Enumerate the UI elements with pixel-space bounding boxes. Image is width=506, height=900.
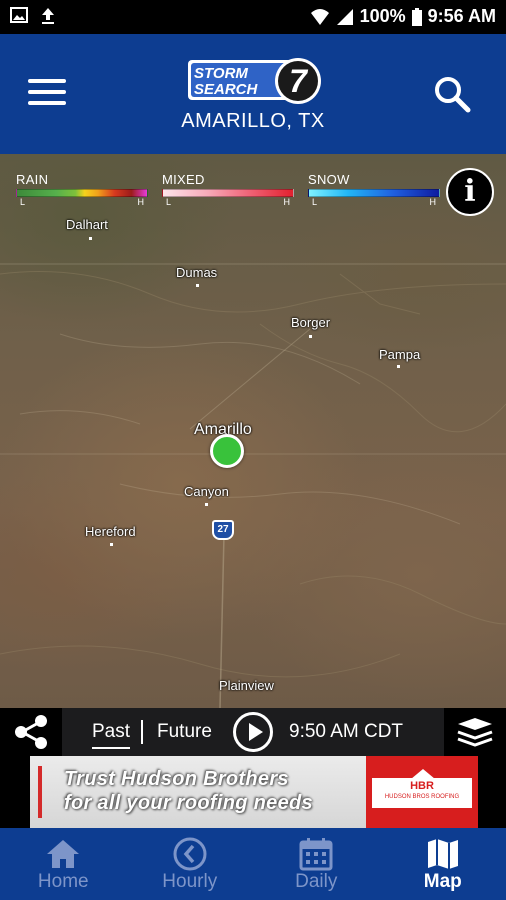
logo-number: 7 — [289, 63, 309, 99]
status-time: 9:56 AM — [427, 6, 496, 26]
city-label-dalhart: Dalhart — [66, 217, 108, 232]
share-icon — [15, 715, 47, 749]
legend-mixed-bar — [162, 189, 294, 197]
city-label-canyon: Canyon — [184, 484, 229, 499]
map-icon — [427, 839, 458, 869]
city-dot — [205, 503, 208, 506]
share-button[interactable] — [0, 708, 62, 756]
hamburger-icon-bar — [28, 101, 66, 105]
ad-banner-link[interactable]: Trust Hudson Brothers for all your roofi… — [30, 756, 478, 828]
highway-27-shield: 27 — [212, 520, 234, 540]
info-button[interactable]: i — [446, 168, 494, 216]
image-notification-icon — [10, 7, 28, 23]
legend-mixed-title: MIXED — [162, 172, 205, 187]
location-label: AMARILLO, TX — [181, 110, 325, 132]
legend-snow-bar — [308, 189, 440, 197]
upload-icon — [42, 8, 54, 24]
radar-legend: RAIN L H MIXED L H SNOW L H i — [0, 154, 506, 226]
nav-label-map: Map — [423, 871, 462, 892]
bottom-navigation: Home Hourly Daily Map — [0, 828, 506, 900]
logo-line1: STORM — [194, 65, 248, 82]
clock-back-icon — [173, 837, 207, 871]
city-label-hereford: Hereford — [85, 524, 136, 539]
map-terrain — [0, 263, 506, 708]
current-location-marker[interactable] — [210, 434, 244, 468]
ad-subheadline: for all your roofing needs — [64, 792, 313, 814]
radar-controls-bar: Past Future 9:50 AM CDT — [0, 708, 506, 756]
roof-icon — [411, 769, 435, 779]
tab-divider — [141, 720, 143, 744]
legend-rain-low: L — [20, 197, 26, 207]
status-bar: 100% 9:56 AM — [0, 0, 506, 34]
legend-snow-low: L — [312, 197, 318, 207]
ad-accent-bar — [38, 766, 42, 818]
menu-button[interactable] — [28, 79, 66, 109]
city-dot — [309, 335, 312, 338]
layers-button[interactable] — [444, 708, 506, 756]
city-dot — [110, 543, 113, 546]
hamburger-icon-bar — [28, 79, 66, 83]
ad-logo: HBR HUDSON BROS ROOFING — [366, 756, 478, 828]
radar-timestamp: 9:50 AM CDT — [289, 721, 404, 742]
legend-mixed: MIXED L H — [162, 172, 294, 209]
nav-label-hourly: Hourly — [162, 871, 218, 892]
ad-logo-subtext: HUDSON BROS ROOFING — [384, 794, 460, 800]
legend-rain: RAIN L H — [16, 172, 148, 209]
nav-label-daily: Daily — [295, 871, 338, 892]
ad-logo-text: HBR — [410, 780, 434, 792]
tab-future[interactable]: Future — [157, 721, 212, 743]
nav-item-hourly[interactable]: Hourly — [127, 828, 254, 900]
calendar-icon — [299, 838, 333, 871]
home-icon — [47, 840, 80, 868]
nav-item-daily[interactable]: Daily — [253, 828, 380, 900]
city-label-dumas: Dumas — [176, 265, 218, 280]
nav-item-map[interactable]: Map — [380, 828, 506, 900]
city-dot — [196, 284, 199, 287]
city-dot — [397, 365, 400, 368]
legend-snow: SNOW L H — [308, 172, 440, 209]
battery-percent: 100% — [359, 6, 406, 26]
tab-past[interactable]: Past — [92, 721, 131, 749]
nav-label-home: Home — [37, 871, 89, 892]
ad-headline: Trust Hudson Brothers — [64, 768, 289, 790]
play-button[interactable] — [233, 712, 273, 752]
app-header: STORM SEARCH 7 AMARILLO, TX — [0, 34, 506, 154]
storm-search-7-logo: STORM SEARCH 7 — [188, 58, 321, 104]
legend-mixed-low: L — [166, 197, 172, 207]
legend-mixed-high: H — [283, 197, 291, 207]
nav-item-home[interactable]: Home — [0, 828, 127, 900]
radar-map[interactable]: RAIN L H MIXED L H SNOW L H i Dalhart Du… — [0, 154, 506, 708]
layers-icon — [457, 718, 493, 747]
city-label-pampa: Pampa — [379, 347, 421, 362]
legend-rain-bar — [16, 189, 148, 197]
city-label-plainview: Plainview — [219, 678, 274, 693]
legend-rain-high: H — [137, 197, 145, 207]
city-dot — [89, 237, 92, 240]
signal-icon — [336, 8, 353, 25]
hamburger-icon-bar — [28, 90, 66, 94]
legend-rain-title: RAIN — [16, 172, 49, 187]
battery-icon — [411, 7, 422, 26]
legend-snow-high: H — [429, 197, 437, 207]
search-icon[interactable] — [432, 74, 472, 114]
legend-snow-title: SNOW — [308, 172, 350, 187]
logo-line2: SEARCH — [194, 81, 259, 98]
wifi-icon — [310, 8, 329, 25]
city-label-borger: Borger — [291, 315, 331, 330]
ad-banner: Trust Hudson Brothers for all your roofi… — [0, 756, 506, 828]
